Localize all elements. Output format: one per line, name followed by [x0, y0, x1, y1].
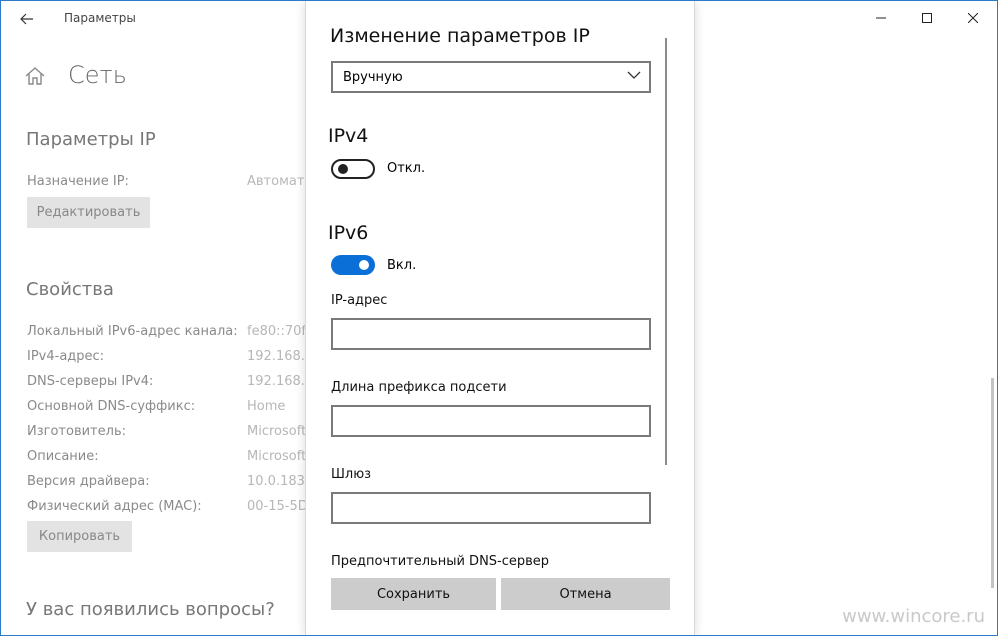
prop-label: Локальный IPv6-адрес канала: — [27, 324, 238, 339]
ip-address-label: IP-адрес — [331, 293, 388, 308]
ipv4-heading: IPv4 — [328, 125, 369, 147]
close-button[interactable] — [950, 1, 996, 35]
ip-mode-select[interactable]: Вручную — [331, 61, 651, 93]
ip-assign-label: Назначение IP: — [27, 174, 129, 189]
ipv6-heading: IPv6 — [328, 222, 369, 244]
ip-mode-value: Вручную — [343, 69, 403, 85]
prop-label: Изготовитель: — [27, 424, 126, 439]
prop-value: 192.168.2. — [247, 349, 305, 364]
ip-address-input[interactable] — [331, 318, 651, 350]
ip-assign-value: Автоматически — [247, 174, 305, 189]
ip-settings-title: Параметры IP — [26, 129, 156, 150]
ipv6-toggle[interactable] — [331, 255, 375, 275]
dialog-title: Изменение параметров IP — [330, 25, 590, 47]
maximize-icon — [922, 13, 932, 23]
prop-value: 192.168.2. — [247, 374, 305, 389]
home-icon[interactable] — [24, 65, 48, 89]
prop-value: 10.0.18362 — [247, 474, 305, 489]
toggle-knob — [359, 260, 369, 270]
prop-value: fe80::70f1 — [247, 324, 305, 339]
prop-value: Microsoft — [247, 449, 305, 464]
settings-window: Параметры Сеть Параметры IP Назначение I… — [0, 0, 998, 636]
watermark: www.wincore.ru — [842, 606, 985, 627]
ipv4-toggle-label: Откл. — [387, 161, 426, 176]
chevron-down-icon — [627, 71, 641, 79]
gateway-input[interactable] — [331, 492, 651, 524]
minimize-icon — [876, 17, 886, 19]
prefix-length-label: Длина префикса подсети — [331, 380, 507, 395]
dialog-scrollbar[interactable] — [665, 38, 667, 465]
ipv6-toggle-label: Вкл. — [387, 258, 417, 273]
prop-value: Microsoft — [247, 424, 305, 439]
prop-label: Основной DNS-суффикс: — [27, 399, 196, 414]
save-button[interactable]: Сохранить — [331, 578, 496, 610]
maximize-button[interactable] — [904, 1, 950, 35]
prefix-length-input[interactable] — [331, 405, 651, 437]
arrow-left-icon — [20, 13, 33, 25]
prop-label: IPv4-адрес: — [27, 349, 105, 364]
prop-label: Версия драйвера: — [27, 474, 150, 489]
app-title: Параметры — [64, 11, 136, 25]
gateway-label: Шлюз — [331, 467, 372, 482]
edit-button[interactable]: Редактировать — [27, 197, 150, 228]
prop-value: Home — [247, 399, 286, 414]
edit-ip-dialog: Изменение параметров IP Вручную IPv4 Отк… — [305, 1, 695, 635]
ipv4-toggle[interactable] — [331, 159, 375, 179]
prop-label: Описание: — [27, 449, 99, 464]
properties-title: Свойства — [26, 279, 114, 300]
page-title: Сеть — [68, 61, 127, 89]
prop-label: DNS-серверы IPv4: — [27, 374, 154, 389]
close-icon — [968, 13, 978, 23]
back-button[interactable] — [11, 5, 43, 33]
toggle-knob — [338, 164, 348, 174]
copy-button[interactable]: Копировать — [27, 521, 132, 552]
questions-heading: У вас появились вопросы? — [26, 599, 275, 620]
minimize-button[interactable] — [858, 1, 904, 35]
preferred-dns-label: Предпочтительный DNS-сервер — [331, 554, 550, 569]
prop-value: 00-15-5D- — [247, 499, 305, 514]
cancel-button[interactable]: Отмена — [501, 578, 670, 610]
prop-label: Физический адрес (MAC): — [27, 499, 202, 514]
page-scrollbar[interactable] — [991, 378, 994, 588]
